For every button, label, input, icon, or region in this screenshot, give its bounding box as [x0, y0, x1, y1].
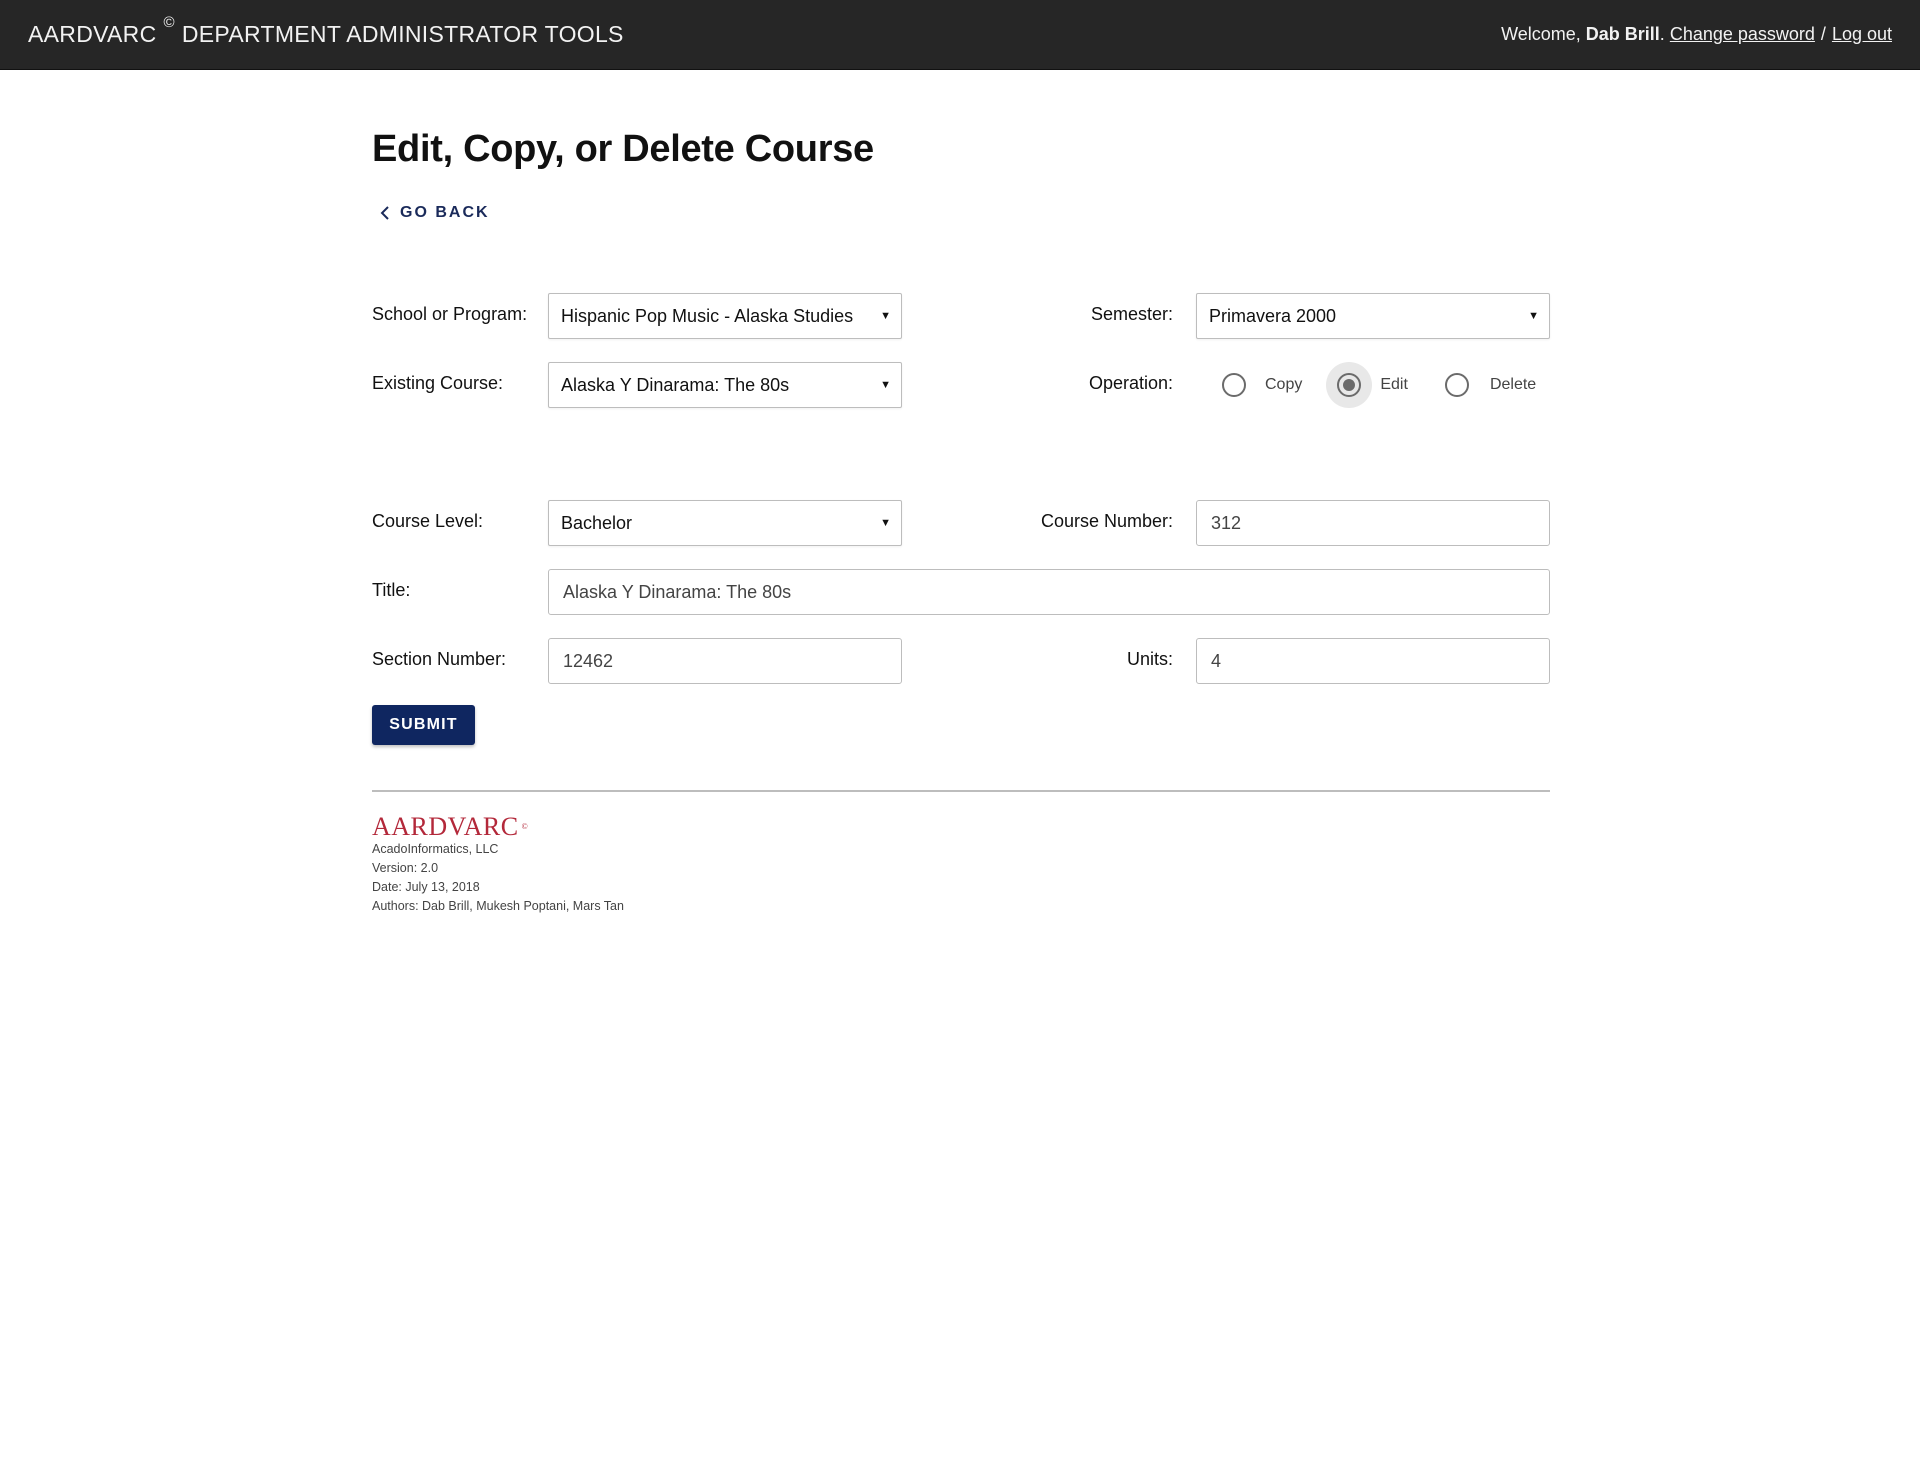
footer-logo-text: AARDVARC [372, 812, 519, 841]
footer-date: Date: July 13, 2018 [372, 880, 480, 894]
chevron-down-icon: ▼ [1528, 310, 1539, 322]
course-level-label: Course Level: [372, 511, 484, 531]
radio-unchecked-icon [1444, 373, 1469, 397]
operation-label: Operation: [1088, 373, 1173, 393]
copyright-mark: © [163, 14, 175, 31]
chevron-down-icon: ▼ [880, 310, 891, 322]
semester-label: Semester: [1090, 304, 1173, 324]
logout-link[interactable]: Log out [1832, 24, 1892, 45]
page-title: Edit, Copy, or Delete Course [372, 128, 874, 170]
chevron-down-icon: ▼ [880, 379, 891, 391]
course-number-label: Course Number: [1040, 511, 1173, 531]
operation-radio-delete[interactable]: Delete [1434, 362, 1536, 408]
operation-radio-group: Copy Edit Delete [1211, 362, 1536, 408]
user-name: Dab Brill [1585, 24, 1660, 44]
change-password-link[interactable]: Change password [1670, 24, 1815, 45]
app-title: AARDVARC © DEPARTMENT ADMINISTRATOR TOOL… [28, 14, 624, 48]
operation-delete-label: Delete [1489, 376, 1537, 393]
course-level-select[interactable]: Bachelor ▼ [548, 500, 902, 546]
footer-logo: AARDVARC © [372, 814, 624, 840]
title-input[interactable] [548, 569, 1550, 615]
school-select-value: Hispanic Pop Music - Alaska Studies [561, 305, 854, 326]
school-select[interactable]: Hispanic Pop Music - Alaska Studies ▼ [548, 293, 902, 339]
existing-course-select[interactable]: Alaska Y Dinarama: The 80s ▼ [548, 362, 902, 408]
section-number-input[interactable] [548, 638, 902, 684]
units-input[interactable] [1196, 638, 1550, 684]
go-back-link[interactable]: GO BACK [380, 204, 490, 222]
operation-radio-copy[interactable]: Copy [1211, 362, 1302, 408]
units-label: Units: [1126, 649, 1173, 669]
section-number-label: Section Number: [372, 649, 507, 669]
welcome-text: Welcome, [1501, 24, 1581, 44]
school-label: School or Program: [372, 304, 528, 324]
footer-logo-mark: © [521, 822, 529, 831]
submit-button[interactable]: SUBMIT [372, 705, 475, 745]
app-name: AARDVARC [28, 21, 157, 47]
chevron-left-icon [380, 206, 389, 220]
header-separator: / [1820, 24, 1826, 44]
existing-course-select-value: Alaska Y Dinarama: The 80s [561, 374, 790, 395]
operation-radio-edit[interactable]: Edit [1326, 362, 1408, 408]
operation-copy-label: Copy [1265, 376, 1303, 393]
footer-divider [372, 790, 1550, 792]
go-back-label: GO BACK [400, 204, 490, 221]
operation-edit-label: Edit [1380, 376, 1408, 393]
course-level-select-value: Bachelor [561, 512, 633, 533]
footer: AARDVARC © AcadoInformatics, LLC Version… [372, 814, 624, 916]
radio-unchecked-icon [1222, 373, 1246, 397]
footer-version: Version: 2.0 [372, 861, 439, 875]
course-number-input[interactable] [1196, 500, 1550, 546]
semester-select[interactable]: Primavera 2000 ▼ [1196, 293, 1550, 339]
existing-course-label: Existing Course: [372, 373, 504, 393]
title-label: Title: [372, 580, 411, 600]
semester-select-value: Primavera 2000 [1209, 305, 1337, 326]
user-area: Welcome, Dab Brill. Change password / Log … [1501, 24, 1892, 45]
footer-authors: Authors: Dab Brill, Mukesh Poptani, Mars… [372, 899, 624, 913]
radio-checked-icon [1337, 373, 1362, 397]
top-bar: AARDVARC © DEPARTMENT ADMINISTRATOR TOOL… [0, 0, 1920, 70]
user-suffix: . [1659, 24, 1665, 44]
chevron-down-icon: ▼ [880, 517, 891, 529]
footer-company: AcadoInformatics, LLC [372, 842, 499, 856]
app-subtitle: DEPARTMENT ADMINISTRATOR TOOLS [181, 21, 624, 47]
